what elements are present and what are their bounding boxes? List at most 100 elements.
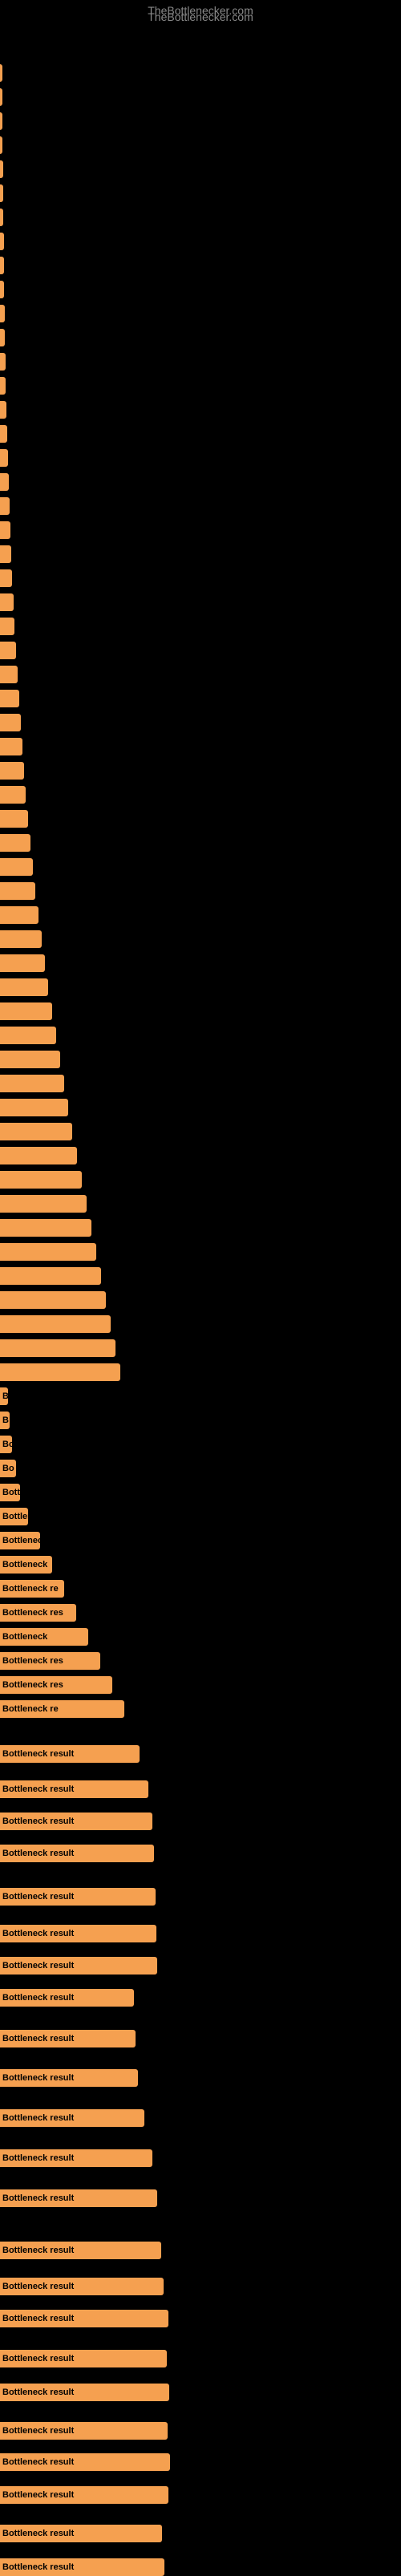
bar-label: Bottlenec (2, 1536, 40, 1545)
bar-label: Bottleneck (2, 1632, 47, 1642)
bar-item (0, 449, 8, 467)
bar-label: Bottleneck result (2, 2193, 74, 2203)
bar-item (0, 1315, 111, 1333)
bar-label: Bottleneck result (2, 1784, 74, 1794)
bar-item: Bottleneck result (0, 2384, 169, 2401)
bar-item: Bottleneck result (0, 2242, 161, 2259)
bar-item: Bottleneck result (0, 1813, 152, 1830)
bar-item (0, 930, 42, 948)
bar-item (0, 184, 3, 202)
bar-label: Bottleneck result (2, 2113, 74, 2123)
bar-label: Bottleneck result (2, 2354, 74, 2363)
bar-item: B (0, 1387, 8, 1405)
bar-item (0, 1291, 106, 1309)
bar-item: Bottleneck re (0, 1700, 124, 1718)
site-title: TheBottlenecker.com (0, 4, 401, 17)
bar-item (0, 160, 3, 178)
bar-item: Bottl (0, 1484, 20, 1501)
bar-label: Bottleneck result (2, 2073, 74, 2083)
bar-item (0, 401, 6, 419)
bar-item (0, 738, 22, 755)
bar-item: Bottleneck result (0, 1745, 140, 1763)
bar-label: Bottleneck res (2, 1680, 63, 1690)
bar-item: Bottleneck (0, 1628, 88, 1646)
bar-item (0, 810, 28, 828)
bar-label: Bottleneck result (2, 2153, 74, 2163)
bar-item: Bottleneck result (0, 2310, 168, 2327)
bar-item (0, 954, 45, 972)
bar-item (0, 377, 6, 395)
bar-item: Bottleneck result (0, 2149, 152, 2167)
bar-item (0, 1027, 56, 1044)
bar-item: Bottleneck result (0, 2486, 168, 2504)
bar-label: Bottleneck result (2, 2426, 74, 2436)
bar-item (0, 1099, 68, 1116)
bar-label: Bottleneck re (2, 1704, 59, 1714)
bar-label: Bo (2, 1464, 14, 1473)
bar-item: Bottleneck result (0, 1989, 134, 2007)
bar-label: Bottl (2, 1488, 20, 1497)
bar-item: Bottleneck result (0, 2453, 170, 2471)
bar-label: Bottleneck result (2, 2490, 74, 2500)
bar-item: Bottlen (0, 1508, 28, 1525)
bar-item: B (0, 1412, 10, 1429)
bar-item (0, 209, 3, 226)
bar-item (0, 425, 7, 443)
bar-label: Bo (2, 1440, 12, 1449)
bar-item (0, 233, 4, 250)
bar-label: Bottleneck res (2, 1608, 63, 1618)
bar-label: Bottleneck result (2, 2034, 74, 2043)
bar-item (0, 257, 4, 274)
bar-item (0, 521, 10, 539)
bar-item (0, 329, 5, 346)
bar-item (0, 88, 2, 106)
bar-item (0, 786, 26, 804)
bar-label: Bottleneck result (2, 2314, 74, 2323)
bar-item (0, 666, 18, 683)
bar-item (0, 353, 6, 371)
bar-item (0, 305, 5, 322)
bar-label: Bottleneck result (2, 1961, 74, 1970)
bar-item: Bottleneck result (0, 2350, 167, 2367)
bar-item (0, 1219, 91, 1237)
bar-item (0, 690, 19, 707)
bar-item (0, 882, 35, 900)
bar-item (0, 1363, 120, 1381)
bar-label: Bottleneck result (2, 1993, 74, 2003)
bar-item (0, 1075, 64, 1092)
bar-item: Bottleneck re (0, 1580, 64, 1598)
bar-item (0, 1243, 96, 1261)
bar-item: Bottleneck res (0, 1652, 100, 1670)
bar-item: Bottleneck (0, 1556, 52, 1574)
bar-item: Bottleneck result (0, 1957, 157, 1975)
bar-item: Bottleneck result (0, 2422, 168, 2440)
bar-label: Bottleneck result (2, 2246, 74, 2255)
bar-item (0, 473, 9, 491)
bar-item (0, 1147, 77, 1164)
bar-item (0, 569, 12, 587)
bar-item (0, 642, 16, 659)
bar-label: B (2, 1391, 8, 1401)
bar-item: Bottleneck result (0, 1780, 148, 1798)
bar-item: Bottleneck result (0, 1845, 154, 1862)
bar-label: Bottleneck result (2, 2388, 74, 2397)
bar-item: Bottleneck result (0, 2525, 162, 2542)
bar-item (0, 1339, 115, 1357)
bar-item (0, 834, 30, 852)
bar-item: Bottleneck result (0, 2069, 138, 2087)
bar-item: Bottleneck result (0, 2278, 164, 2295)
bar-label: B (2, 1416, 9, 1425)
bar-item (0, 858, 33, 876)
bar-item: Bottleneck result (0, 2030, 136, 2047)
bar-item (0, 762, 24, 780)
bar-item (0, 136, 2, 154)
bar-item (0, 497, 10, 515)
bar-item: Bottleneck result (0, 2189, 157, 2207)
bar-item (0, 714, 21, 731)
bar-item (0, 1171, 82, 1189)
bar-label: Bottleneck result (2, 1849, 74, 1858)
bar-item (0, 618, 14, 635)
bar-item (0, 112, 2, 130)
bar-item: Bottleneck res (0, 1676, 112, 1694)
bar-label: Bottleneck result (2, 1817, 74, 1826)
